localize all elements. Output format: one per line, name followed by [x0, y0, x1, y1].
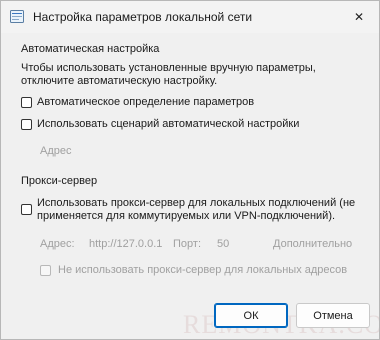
network-settings-icon [10, 10, 24, 23]
bypass-local-checkbox[interactable] [40, 265, 51, 276]
cancel-button[interactable]: Отмена [296, 303, 370, 328]
auto-config-heading: Автоматическая настройка [21, 43, 160, 55]
proxy-port-label: Порт: [173, 238, 201, 250]
bypass-local-label[interactable]: Не использовать прокси-сервер для локаль… [58, 264, 347, 276]
auto-config-description-line1: Чтобы использовать установленные вручную… [21, 62, 316, 74]
cancel-button-label: Отмена [313, 309, 353, 322]
proxy-address-field[interactable]: http://127.0.0.1 [89, 238, 167, 250]
ok-button-label: ОК [243, 309, 259, 322]
close-icon: ✕ [353, 10, 365, 24]
close-button[interactable]: ✕ [339, 1, 379, 33]
proxy-heading: Прокси-сервер [21, 175, 98, 187]
advanced-button[interactable]: Дополнительно [273, 238, 352, 250]
use-proxy-label-line1[interactable]: Использовать прокси-сервер для локальных… [37, 197, 355, 209]
use-proxy-label-line2[interactable]: применяется для коммутируемых или VPN-по… [37, 210, 335, 222]
auto-script-label[interactable]: Использовать сценарий автоматической нас… [37, 118, 299, 130]
auto-detect-checkbox[interactable] [21, 97, 32, 108]
auto-config-description-line2: отключите автоматическую настройку. [21, 75, 218, 87]
title-bar: Настройка параметров локальной сети ✕ [1, 1, 379, 33]
proxy-address-label: Адрес: [40, 238, 75, 250]
auto-detect-label[interactable]: Автоматическое определение параметров [37, 96, 254, 108]
ok-button[interactable]: ОК [214, 303, 288, 328]
auto-script-checkbox[interactable] [21, 119, 32, 130]
proxy-port-field[interactable]: 50 [217, 238, 229, 250]
lan-settings-dialog: Настройка параметров локальной сети ✕ Ав… [0, 0, 380, 340]
window-title: Настройка параметров локальной сети [33, 10, 253, 24]
script-address-field[interactable]: Адрес [40, 145, 72, 157]
use-proxy-checkbox[interactable] [21, 204, 32, 215]
